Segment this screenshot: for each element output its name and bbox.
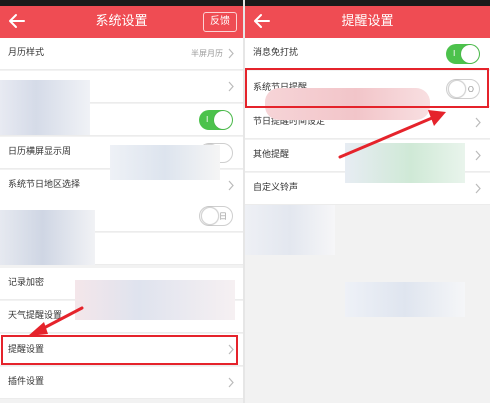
setting-label: 日历横屏显示周 [8,147,72,157]
setting-row-plugin-settings[interactable]: 插件设置 [0,367,243,399]
setting-row-toggle[interactable]: I [0,104,243,136]
setting-row-holiday-region[interactable]: 系统节日地区选择 [0,170,243,202]
chevron-right-icon [228,81,234,92]
toggle-switch[interactable]: I [446,44,480,64]
chevron-right-icon [475,150,481,161]
setting-row-obscured[interactable] [0,233,243,265]
setting-label: 月历样式 [8,48,45,58]
toggle-knob [461,45,479,63]
feedback-button[interactable]: 反馈 [203,12,237,32]
setting-label: 插件设置 [8,377,45,387]
setting-label: 天气提醒设置 [8,311,63,321]
toggle-switch[interactable] [199,143,233,163]
setting-value: 半屏月历 [191,49,223,58]
page-title: 提醒设置 [341,14,394,29]
chevron-right-icon [228,377,234,388]
setting-row-custom-ringtone[interactable]: 自定义铃声 [245,173,490,205]
setting-label: 自定义铃声 [253,183,299,193]
setting-label: 消息免打扰 [253,48,299,58]
chevron-right-icon [228,48,234,59]
setting-row-landscape-week[interactable]: 日历横屏显示周 [0,137,243,169]
toggle-knob [201,144,219,162]
reminder-settings-screen: 提醒设置 消息免打扰 I 系统节日提醒 O 节日提醒时间设定 其他提醒 自定义铃… [243,0,490,403]
setting-label: 系统节日地区选择 [8,180,81,190]
setting-row-other-remind[interactable]: 其他提醒 [245,140,490,172]
setting-label: 记录加密 [8,278,45,288]
toggle-switch[interactable]: 周日 [199,206,233,226]
setting-label: 其他提醒 [253,150,290,160]
chevron-right-icon [475,183,481,194]
chevron-right-icon [475,117,481,128]
highlight-box-reminder-settings [1,335,238,365]
highlight-box-system-holiday-remind [245,68,489,108]
header-bar: 提醒设置 [245,6,490,38]
toggle-knob [214,111,232,129]
setting-row-week-start[interactable]: 周日 [0,200,243,232]
setting-row-message-dnd[interactable]: 消息免打扰 I [245,38,490,70]
setting-label: 节日提醒时间设定 [253,117,326,127]
header-bar: 系统设置 反馈 [0,6,243,38]
chevron-right-icon [228,180,234,191]
toggle-switch[interactable]: I [199,110,233,130]
blurred-region [245,205,335,255]
setting-row-calendar-style[interactable]: 月历样式 半屏月历 [0,38,243,70]
system-settings-screen: 系统设置 反馈 月历样式 半屏月历 I 日历横屏显示周 系统节日地区选择 周日 … [0,0,243,403]
blurred-region [345,282,465,317]
setting-row-record-lock[interactable]: 记录加密 [0,268,243,300]
setting-row-weather-remind[interactable]: 天气提醒设置 [0,301,243,333]
setting-row-holiday-remind-time[interactable]: 节日提醒时间设定 [245,107,490,139]
toggle-knob [201,207,219,225]
setting-row-obscured[interactable] [0,71,243,103]
